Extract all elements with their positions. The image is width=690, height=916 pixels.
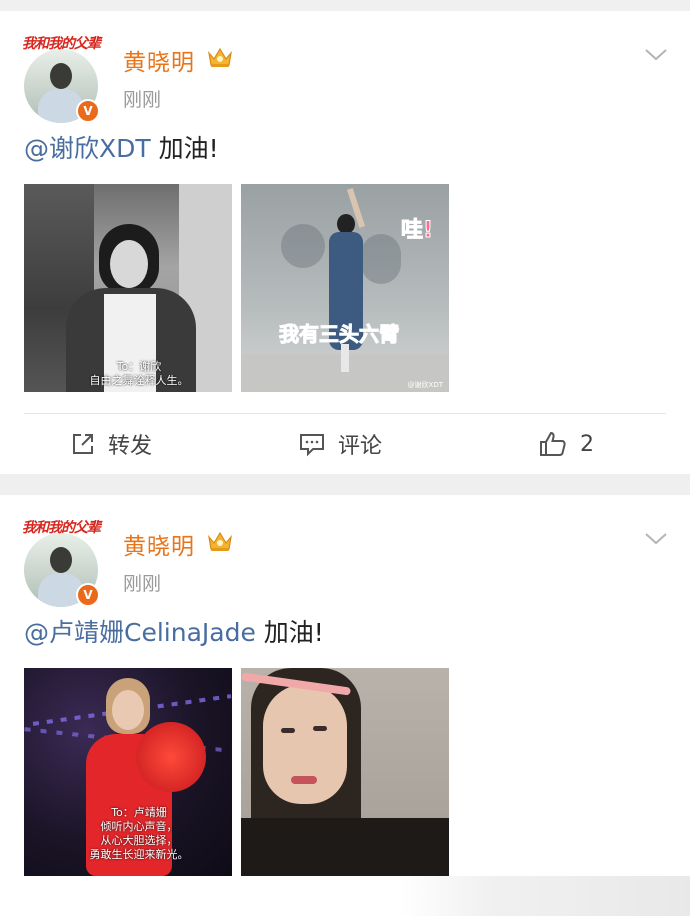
chevron-down-icon[interactable] [644,47,668,63]
chevron-down-icon[interactable] [644,531,668,547]
mention-link[interactable]: @谢欣XDT [24,134,151,163]
caption-line: To：谢欣 [116,360,162,373]
post-separator [0,474,690,495]
top-gap [0,0,690,11]
thumbs-up-icon [540,431,566,456]
post-image[interactable] [241,668,449,876]
comment-icon [300,434,324,457]
username[interactable]: 黄晓明 [123,43,195,77]
post-text: @谢欣XDT 加油! [24,129,219,165]
action-bar: 转发 评论 2 [0,414,690,474]
post-text-body: 加油! [150,134,219,163]
weibo-feed: 我和我的父辈 V 黄晓明 刚刚 @谢欣XDT 加油! To：谢欣 自由之舞诠释人… [0,0,690,916]
repost-icon [73,434,93,454]
avatar[interactable]: 我和我的父辈 V [22,33,102,123]
comment-label: 评论 [338,434,383,459]
post-image[interactable]: To：卢靖姗 倾听内心声音， 从心大胆选择， 勇敢生长迎来新光。 [24,668,232,876]
username[interactable]: 黄晓明 [123,527,195,561]
caption-line: 从心大胆选择， [100,834,178,847]
post-text: @卢靖姗CelinaJade 加油! [24,613,324,649]
avatar-logo: 我和我的父辈 [22,36,101,52]
image-watermark: @谢欣XDT [407,381,443,389]
caption-line: To：卢靖姗 [111,806,167,819]
post-card[interactable]: 我和我的父辈 V 黄晓明 刚刚 @卢靖姗CelinaJade 加油! To：卢靖… [0,495,690,916]
v-badge-icon: V [76,99,100,123]
blurred-overlay [400,876,690,916]
image-caption: To：谢欣 自由之舞诠释人生。 [64,360,214,388]
post-image[interactable]: 哇! 我有三头六臂 @谢欣XDT [241,184,449,392]
like-count: 2 [580,431,594,457]
caption-line: 勇敢生长迎来新光。 [89,848,189,861]
post-time: 刚刚 [123,89,162,111]
mention-link[interactable]: @卢靖姗CelinaJade [24,618,256,647]
post-time: 刚刚 [123,573,162,595]
image-overlay-text: 我有三头六臂 [279,322,400,347]
post-image[interactable]: To：谢欣 自由之舞诠释人生。 [24,184,232,392]
crown-icon[interactable] [206,529,234,553]
avatar[interactable]: 我和我的父辈 V [22,517,102,607]
avatar-logo: 我和我的父辈 [22,520,101,536]
repost-button[interactable]: 转发 [70,414,152,474]
like-button[interactable]: 2 [538,414,594,474]
repost-label: 转发 [108,434,153,459]
v-badge-icon: V [76,583,100,607]
post-text-body: 加油! [255,618,324,647]
caption-line: 自由之舞诠释人生。 [89,374,189,387]
comment-button[interactable]: 评论 [298,414,382,474]
caption-line: 倾听内心声音， [100,820,178,833]
image-caption: To：卢靖姗 倾听内心声音， 从心大胆选择， 勇敢生长迎来新光。 [74,806,204,862]
crown-icon[interactable] [206,45,234,69]
image-bubble: 哇! [400,218,434,244]
post-card[interactable]: 我和我的父辈 V 黄晓明 刚刚 @谢欣XDT 加油! To：谢欣 自由之舞诠释人… [0,11,690,474]
